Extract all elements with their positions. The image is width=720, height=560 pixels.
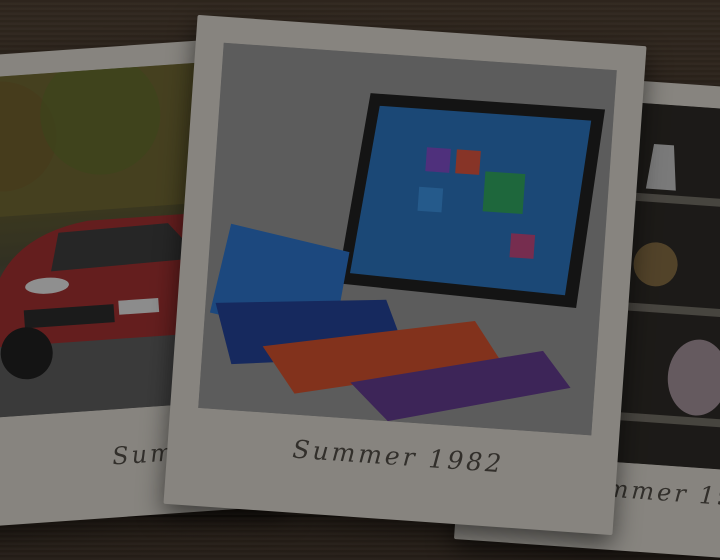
photo-caption: Summer 1982 [291, 434, 506, 479]
tablet-photo-image [198, 42, 617, 436]
polaroid-photo-tablet[interactable]: Summer 1982 [163, 14, 647, 536]
tablet-keyboards-illustration [198, 42, 617, 436]
photo-collage: Summer 1982 Summer 1982 [0, 0, 720, 560]
